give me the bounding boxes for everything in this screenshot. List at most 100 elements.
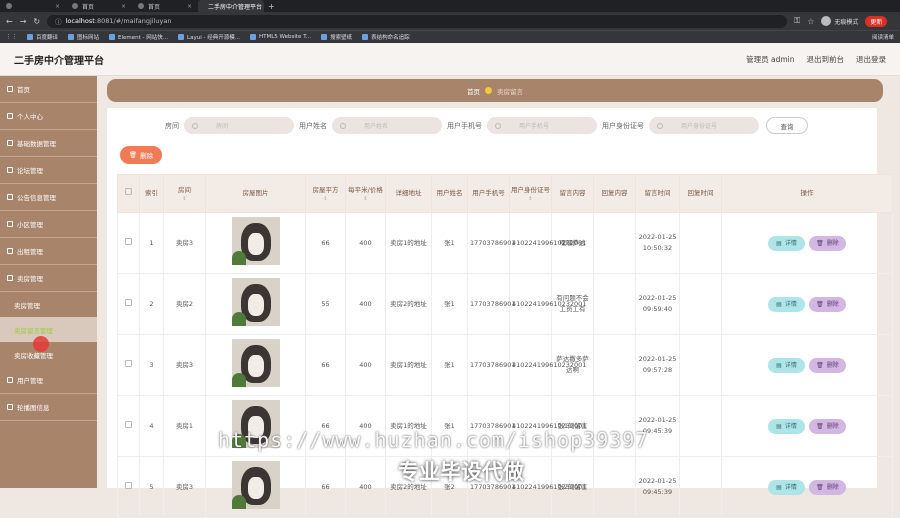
sidebar-item[interactable]: 首页 xyxy=(0,76,97,103)
detail-button[interactable]: ▤ 详情 xyxy=(768,418,805,434)
delete-button[interactable]: 🗑 删除 xyxy=(809,357,846,373)
sidebar-item[interactable]: 卖房管理 xyxy=(0,265,97,292)
bookmark-item[interactable]: 图标网站 xyxy=(68,33,99,41)
sidebar-subitem[interactable]: 卖房管理 xyxy=(0,292,97,317)
new-tab-icon[interactable]: + xyxy=(268,2,275,11)
detail-button[interactable]: ▤ 详情 xyxy=(768,479,805,495)
to-front-link[interactable]: 退出到前台 xyxy=(807,54,845,65)
column-header-label: 每平米/价格 xyxy=(348,186,383,194)
search-placeholder: 用户姓名 xyxy=(364,123,389,130)
table-cell: 400 xyxy=(345,273,386,335)
tab-close-icon[interactable]: × xyxy=(187,3,192,10)
table-header-cell: 房间 ⇕ xyxy=(163,174,206,213)
browser-tab[interactable]: 首页 × xyxy=(66,0,132,12)
tab-close-icon[interactable]: × xyxy=(121,3,126,10)
table-cell xyxy=(117,456,140,518)
apps-icon[interactable]: ⋮⋮ xyxy=(6,34,17,40)
bookmark-item[interactable]: 表结构命名追踪 xyxy=(362,33,410,41)
cell-phone: 17703786901 xyxy=(470,360,516,369)
row-checkbox[interactable] xyxy=(125,359,132,367)
table-header-cell: 索引 xyxy=(139,174,164,213)
sort-icon[interactable]: ⇕ xyxy=(164,196,205,202)
sort-icon[interactable]: ⇕ xyxy=(346,196,385,202)
detail-icon: ▤ xyxy=(776,361,782,369)
table-header-cell xyxy=(117,174,140,213)
search-button[interactable]: 查询 xyxy=(766,117,808,134)
sidebar-item[interactable]: 论坛管理 xyxy=(0,157,97,184)
sort-icon[interactable]: ⇕ xyxy=(510,196,551,202)
bookmark-item[interactable]: HTML5 Website T... xyxy=(249,34,311,40)
cell-area: 66 xyxy=(321,360,330,369)
incognito-avatar-icon xyxy=(821,16,832,26)
main-content: 首页 卖房留言 房间 房间 用户姓名 用户姓名 用户手机号 用户手机号 用户身份证号 用户身份… xyxy=(97,76,900,518)
delete-button[interactable]: 🗑 删除 xyxy=(809,235,846,251)
cell-area: 66 xyxy=(321,238,330,247)
browser-tab[interactable]: 首页 × xyxy=(132,0,198,12)
menu-icon xyxy=(7,140,13,146)
cell-index: 4 xyxy=(149,421,154,430)
row-checkbox[interactable] xyxy=(125,481,132,489)
bookmark-item[interactable]: Layui - 经典开源模... xyxy=(178,33,240,41)
table-cell xyxy=(679,395,722,457)
search-input[interactable]: 用户姓名 xyxy=(332,117,442,134)
back-icon[interactable]: ← xyxy=(6,17,13,26)
sidebar-item[interactable]: 公告信息管理 xyxy=(0,184,97,211)
delete-button[interactable]: 🗑 删除 xyxy=(809,296,846,312)
detail-label: 详情 xyxy=(784,422,797,430)
select-all-checkbox[interactable] xyxy=(125,188,132,195)
cell-message: 有问题不会工员工有 xyxy=(556,294,589,313)
batch-delete-button[interactable]: 🗑 删除 xyxy=(120,146,162,164)
bookmark-favicon-icon xyxy=(321,34,328,40)
bookmark-favicon-icon xyxy=(68,34,75,40)
logout-link[interactable]: 退出登录 xyxy=(856,54,886,65)
reading-list[interactable]: 阅读清单 xyxy=(872,33,894,41)
sidebar-item-label: 首页 xyxy=(17,86,30,94)
cell-price: 400 xyxy=(359,299,372,308)
detail-button[interactable]: ▤ 详情 xyxy=(768,235,805,251)
search-input[interactable]: 用户手机号 xyxy=(487,117,597,134)
batch-delete-label: 删除 xyxy=(140,152,154,160)
tab-close-icon[interactable]: × xyxy=(55,3,60,10)
bookmark-favicon-icon xyxy=(249,34,256,40)
search-label: 用户手机号 xyxy=(447,121,482,130)
update-button[interactable]: 更新 xyxy=(865,15,888,27)
breadcrumb-home[interactable]: 首页 xyxy=(467,86,480,96)
cell-message: 嘿嘿萨达 xyxy=(559,238,586,247)
bookmark-item[interactable]: 百度翻译 xyxy=(27,33,58,41)
reload-icon[interactable]: ↻ xyxy=(33,17,40,26)
search-input[interactable]: 用户身份证号 xyxy=(649,117,759,134)
sidebar-item[interactable]: 出租管理 xyxy=(0,238,97,265)
sidebar-item[interactable]: 轮播图信息 xyxy=(0,394,97,421)
browser-tab[interactable]: × xyxy=(0,0,66,12)
row-checkbox[interactable] xyxy=(125,298,132,306)
row-checkbox[interactable] xyxy=(125,237,132,245)
sidebar-item[interactable]: 基础数据管理 xyxy=(0,130,97,157)
star-icon[interactable]: ☆ xyxy=(807,17,814,26)
sidebar-subitem[interactable]: 卖房留言管理 xyxy=(0,317,97,342)
tab-label: 首页 xyxy=(148,3,161,11)
table-cell: 4 xyxy=(139,395,164,457)
bookmark-item[interactable]: Element - 网站快... xyxy=(109,33,168,41)
detail-icon: ▤ xyxy=(776,483,782,491)
row-checkbox[interactable] xyxy=(125,420,132,428)
sidebar-item[interactable]: 小区管理 xyxy=(0,211,97,238)
bookmark-label: 表结构命名追踪 xyxy=(371,35,410,41)
detail-button[interactable]: ▤ 详情 xyxy=(768,296,805,312)
detail-button[interactable]: ▤ 详情 xyxy=(768,357,805,373)
table-cell: 17703786901 xyxy=(467,334,516,396)
delete-button[interactable]: 🗑 删除 xyxy=(809,479,846,495)
bookmark-item[interactable]: 搜索壁纸 xyxy=(321,33,352,41)
url-input[interactable]: ⓘ localhost:8081/#/maifangjiluyan xyxy=(47,14,788,28)
key-icon[interactable]: ⚿ xyxy=(794,16,800,26)
sort-icon[interactable]: ⇕ xyxy=(306,196,345,202)
cell-index: 2 xyxy=(149,299,154,308)
delete-button[interactable]: 🗑 删除 xyxy=(809,418,846,434)
incognito-indicator[interactable]: 无痕模式 xyxy=(821,16,858,26)
sidebar-item[interactable]: 用户管理 xyxy=(0,367,97,394)
search-input[interactable]: 房间 xyxy=(184,117,294,134)
sidebar-item[interactable]: 个人中心 xyxy=(0,103,97,130)
browser-tab[interactable]: 二手房中介管理平台× xyxy=(198,0,264,12)
cell-area: 55 xyxy=(321,299,330,308)
forward-icon[interactable]: → xyxy=(20,17,27,26)
search-placeholder: 房间 xyxy=(216,123,229,130)
